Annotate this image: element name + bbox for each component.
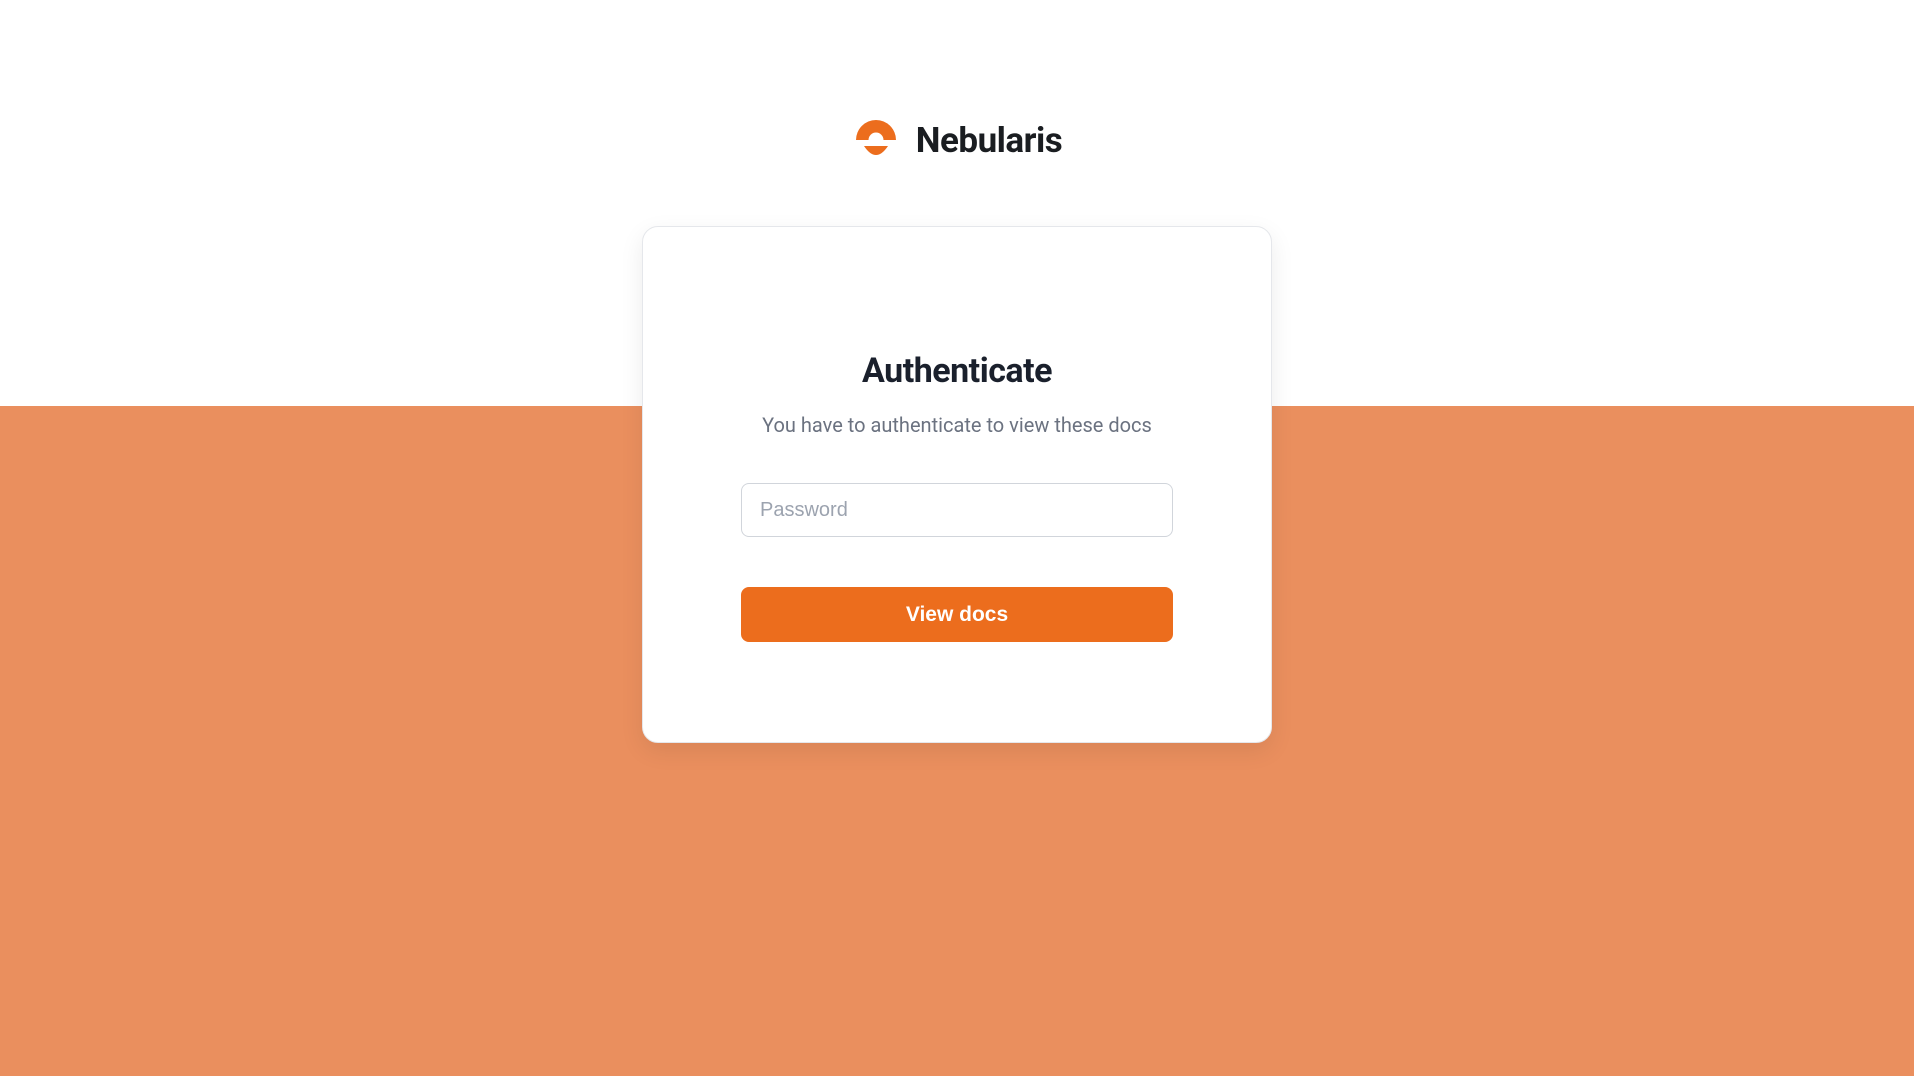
- password-input[interactable]: [741, 483, 1173, 537]
- auth-title: Authenticate: [862, 351, 1052, 391]
- brand-name: Nebularis: [916, 120, 1062, 161]
- auth-card: Authenticate You have to authenticate to…: [642, 226, 1272, 743]
- content-wrapper: Nebularis Authenticate You have to authe…: [0, 0, 1914, 743]
- auth-subtitle: You have to authenticate to view these d…: [762, 413, 1152, 437]
- brand-header: Nebularis: [852, 116, 1062, 164]
- brand-logo-icon: [852, 116, 900, 164]
- view-docs-button[interactable]: View docs: [741, 587, 1173, 642]
